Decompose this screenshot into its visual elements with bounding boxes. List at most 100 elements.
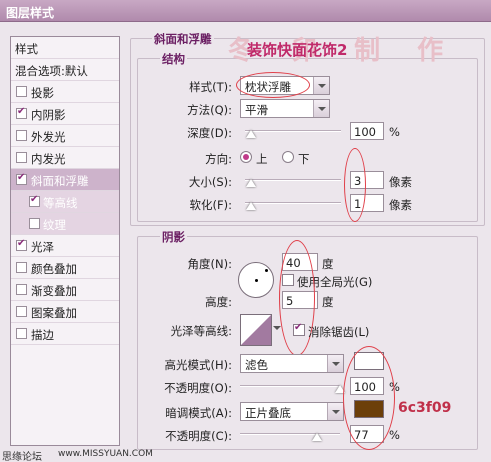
annotation-ellipse-style <box>236 72 310 98</box>
annotation-ellipse-color <box>343 346 395 450</box>
depth-label: 深度(D): <box>187 126 232 140</box>
inner-shadow-label: 内阴影 <box>31 108 66 122</box>
inner-shadow-checkbox[interactable] <box>16 106 27 119</box>
chevron-down-icon[interactable] <box>313 77 329 94</box>
depth-unit: % <box>389 125 400 139</box>
inner-glow-checkbox[interactable] <box>16 152 27 163</box>
highlight-mode-select[interactable]: 滤色 <box>240 354 344 373</box>
shadow-opacity-label: 不透明度(C): <box>165 429 232 443</box>
technique-select[interactable]: 平滑 <box>240 99 330 118</box>
contour-checkbox[interactable] <box>29 194 40 207</box>
antialias-checkbox[interactable] <box>293 322 305 336</box>
angle-label: 角度(N): <box>187 257 232 271</box>
direction-down-label: 下 <box>298 152 310 166</box>
chevron-down-icon[interactable] <box>313 100 329 117</box>
drop-shadow-checkbox[interactable] <box>16 86 27 97</box>
shadow-mode-label: 暗调模式(A): <box>165 406 232 420</box>
structure-title: 结构 <box>160 51 187 67</box>
satin-checkbox[interactable] <box>16 238 27 251</box>
sidebar-item-contour[interactable]: 等高线 <box>11 191 119 213</box>
satin-label: 光泽 <box>31 240 54 254</box>
size-unit: 像素 <box>389 175 412 189</box>
inner-glow-label: 内发光 <box>31 152 66 166</box>
contour-label: 等高线 <box>43 196 78 210</box>
size-slider-thumb[interactable] <box>246 179 256 187</box>
blending-options-item[interactable]: 混合选项:默认 <box>11 59 119 81</box>
shadow-opacity-thumb[interactable] <box>312 433 322 441</box>
highlight-opacity-track[interactable] <box>240 385 340 387</box>
styles-label: 样式 <box>15 42 38 56</box>
shadow-opacity-unit: % <box>389 428 400 442</box>
style-label: 样式(T): <box>189 80 232 94</box>
dial-handle <box>265 269 268 272</box>
title-bar: 图层样式 <box>0 0 491 22</box>
sidebar-item-inner-glow[interactable]: 内发光 <box>11 147 119 169</box>
altitude-unit: 度 <box>322 295 334 309</box>
direction-up-radio[interactable] <box>240 151 252 163</box>
stroke-checkbox[interactable] <box>16 328 27 339</box>
window-title: 图层样式 <box>6 6 55 20</box>
soften-slider-track[interactable] <box>245 202 341 204</box>
sidebar-item-bevel-emboss[interactable]: 斜面和浮雕 <box>11 169 119 191</box>
color-code-annotation: 6c3f09 <box>398 400 452 416</box>
color-overlay-checkbox[interactable] <box>16 262 27 273</box>
dial-center <box>255 279 258 282</box>
angle-unit: 度 <box>322 257 334 271</box>
sidebar-item-pattern-overlay[interactable]: 图案叠加 <box>11 301 119 323</box>
altitude-label: 高度: <box>205 295 232 309</box>
outer-glow-checkbox[interactable] <box>16 130 27 141</box>
outer-glow-label: 外发光 <box>31 130 66 144</box>
shadow-opacity-track[interactable] <box>240 433 340 435</box>
chevron-down-icon[interactable] <box>273 326 281 330</box>
stroke-label: 描边 <box>31 328 54 342</box>
annotation-ellipse-size <box>344 148 366 222</box>
size-label: 大小(S): <box>188 175 232 189</box>
shadow-mode-select[interactable]: 正片叠底 <box>240 402 344 421</box>
shading-title: 阴影 <box>160 229 187 245</box>
highlight-opacity-label: 不透明度(O): <box>164 381 232 395</box>
footer-url: www.MISSYUAN.COM <box>58 449 153 459</box>
bevel-emboss-checkbox[interactable] <box>16 172 27 185</box>
depth-slider-thumb[interactable] <box>246 130 256 138</box>
sidebar-item-inner-shadow[interactable]: 内阴影 <box>11 103 119 125</box>
antialias-label: 消除锯齿(L) <box>308 325 370 339</box>
sidebar-item-stroke[interactable]: 描边 <box>11 323 119 345</box>
direction-down-radio[interactable] <box>282 151 294 163</box>
gloss-contour-picker[interactable] <box>240 314 272 346</box>
bevel-emboss-label: 斜面和浮雕 <box>31 174 89 188</box>
blending-options-label: 混合选项:默认 <box>15 64 88 78</box>
sidebar-item-outer-glow[interactable]: 外发光 <box>11 125 119 147</box>
sidebar-item-color-overlay[interactable]: 颜色叠加 <box>11 257 119 279</box>
angle-dial[interactable] <box>238 262 274 298</box>
technique-value: 平滑 <box>245 103 268 117</box>
gloss-contour-label: 光泽等高线: <box>170 324 232 338</box>
direction-label: 方向: <box>205 152 232 166</box>
direction-up-label: 上 <box>256 152 268 166</box>
sidebar-item-satin[interactable]: 光泽 <box>11 235 119 257</box>
soften-slider-thumb[interactable] <box>246 202 256 210</box>
pattern-overlay-checkbox[interactable] <box>16 306 27 317</box>
drop-shadow-label: 投影 <box>31 86 54 100</box>
depth-slider-track[interactable] <box>245 130 341 132</box>
style-list-header[interactable]: 样式 <box>11 37 119 59</box>
highlight-mode-value: 滤色 <box>245 358 268 372</box>
size-slider-track[interactable] <box>245 179 341 181</box>
texture-label: 纹理 <box>43 218 66 232</box>
sidebar-item-gradient-overlay[interactable]: 渐变叠加 <box>11 279 119 301</box>
shadow-mode-value: 正片叠底 <box>245 406 291 420</box>
depth-value: 100 <box>354 125 376 139</box>
gradient-overlay-label: 渐变叠加 <box>31 284 77 298</box>
texture-checkbox[interactable] <box>29 218 40 229</box>
sidebar-item-drop-shadow[interactable]: 投影 <box>11 81 119 103</box>
pattern-overlay-label: 图案叠加 <box>31 306 77 320</box>
chevron-down-icon[interactable] <box>327 355 343 372</box>
sidebar-item-texture[interactable]: 纹理 <box>11 213 119 235</box>
depth-input[interactable]: 100 <box>350 122 384 140</box>
color-overlay-label: 颜色叠加 <box>31 262 77 276</box>
soften-unit: 像素 <box>389 198 412 212</box>
footer-forum-name: 思缘论坛 <box>2 452 42 462</box>
technique-label: 方法(Q): <box>187 103 232 117</box>
contour-curve-icon <box>241 315 271 345</box>
chevron-down-icon[interactable] <box>327 403 343 420</box>
gradient-overlay-checkbox[interactable] <box>16 284 27 295</box>
